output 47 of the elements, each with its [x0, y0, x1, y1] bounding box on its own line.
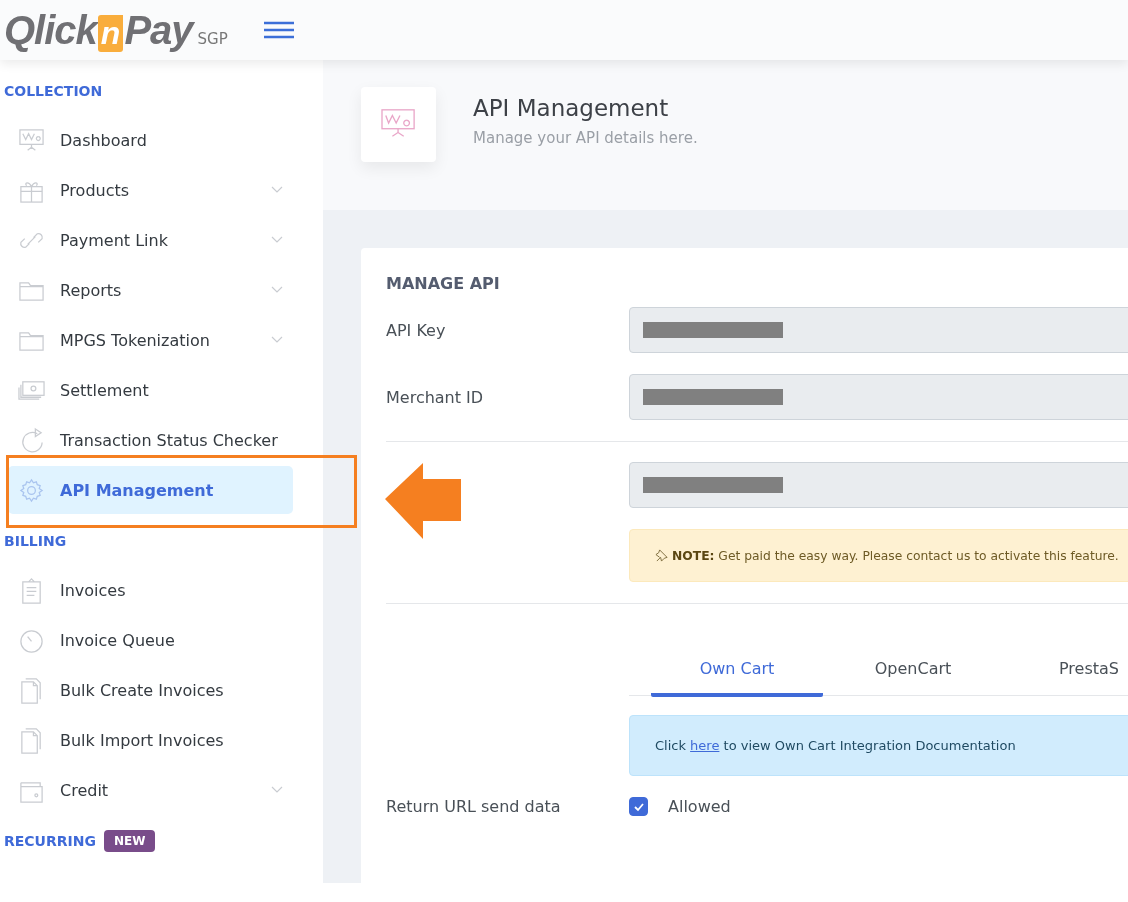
page-title: API Management: [473, 95, 670, 121]
field-label: Merchant ID: [386, 387, 485, 407]
logo-text: Qlick: [4, 7, 97, 53]
nav-item[interactable]: Transaction Status Checker: [8, 416, 293, 464]
chevron-down-icon: [271, 336, 283, 344]
nav-item[interactable]: Invoice Queue: [8, 616, 293, 664]
info-text: Click here to view Own Cart Integration Documentation: [655, 738, 1016, 753]
nav-item[interactable]: Bulk Import Invoices: [8, 716, 293, 764]
menu-icon: [264, 21, 294, 39]
nav-item[interactable]: Invoices: [8, 566, 293, 614]
chevron-down-icon: [271, 286, 283, 294]
nav-item[interactable]: Reports: [8, 266, 293, 314]
card-title: MANAGE API: [386, 274, 501, 293]
arrow-icon: [385, 463, 461, 539]
chevron-down-icon: [271, 786, 283, 794]
tab[interactable]: PrestaS: [1003, 636, 1128, 697]
logo-text: Pay: [124, 7, 193, 53]
nav-item[interactable]: Credit: [8, 766, 293, 814]
nav-item[interactable]: Dashboard: [8, 116, 293, 164]
new-badge: NEW: [103, 830, 156, 852]
field-label: Return URL send data: [386, 797, 562, 816]
section-title: BILLING: [4, 533, 67, 549]
documentation-link[interactable]: here: [690, 738, 720, 753]
field-label: API Key: [386, 320, 447, 340]
input-field[interactable]: [629, 462, 1128, 508]
nav-item[interactable]: MPGS Tokenization: [8, 316, 293, 364]
page-subtitle: Manage your API details here.: [473, 129, 698, 147]
nav-item[interactable]: Payment Link: [8, 216, 293, 264]
checkbox[interactable]: [629, 797, 648, 816]
nav-item[interactable]: Products: [8, 166, 293, 214]
checkbox-label: Allowed: [668, 797, 731, 816]
section-title: RECURRING: [4, 833, 96, 849]
chevron-down-icon: [271, 236, 283, 244]
pin-icon: [655, 549, 668, 562]
chevron-down-icon: [271, 186, 283, 194]
tab[interactable]: OpenCart: [827, 636, 999, 697]
note-text: NOTE: Get paid the easy way. Please contact us to activate this feature.: [672, 548, 1119, 563]
tab[interactable]: Own Cart: [651, 636, 823, 697]
nav-item[interactable]: API Management: [8, 466, 293, 514]
input-field[interactable]: [629, 307, 1128, 353]
nav-item[interactable]: Bulk Create Invoices: [8, 666, 293, 714]
logo-mark: n: [97, 14, 124, 52]
nav-item[interactable]: Settlement: [8, 366, 293, 414]
region-label: SGP: [197, 29, 228, 48]
gear-icon: [18, 476, 45, 504]
section-title: COLLECTION: [4, 83, 103, 99]
input-field[interactable]: [629, 374, 1128, 420]
